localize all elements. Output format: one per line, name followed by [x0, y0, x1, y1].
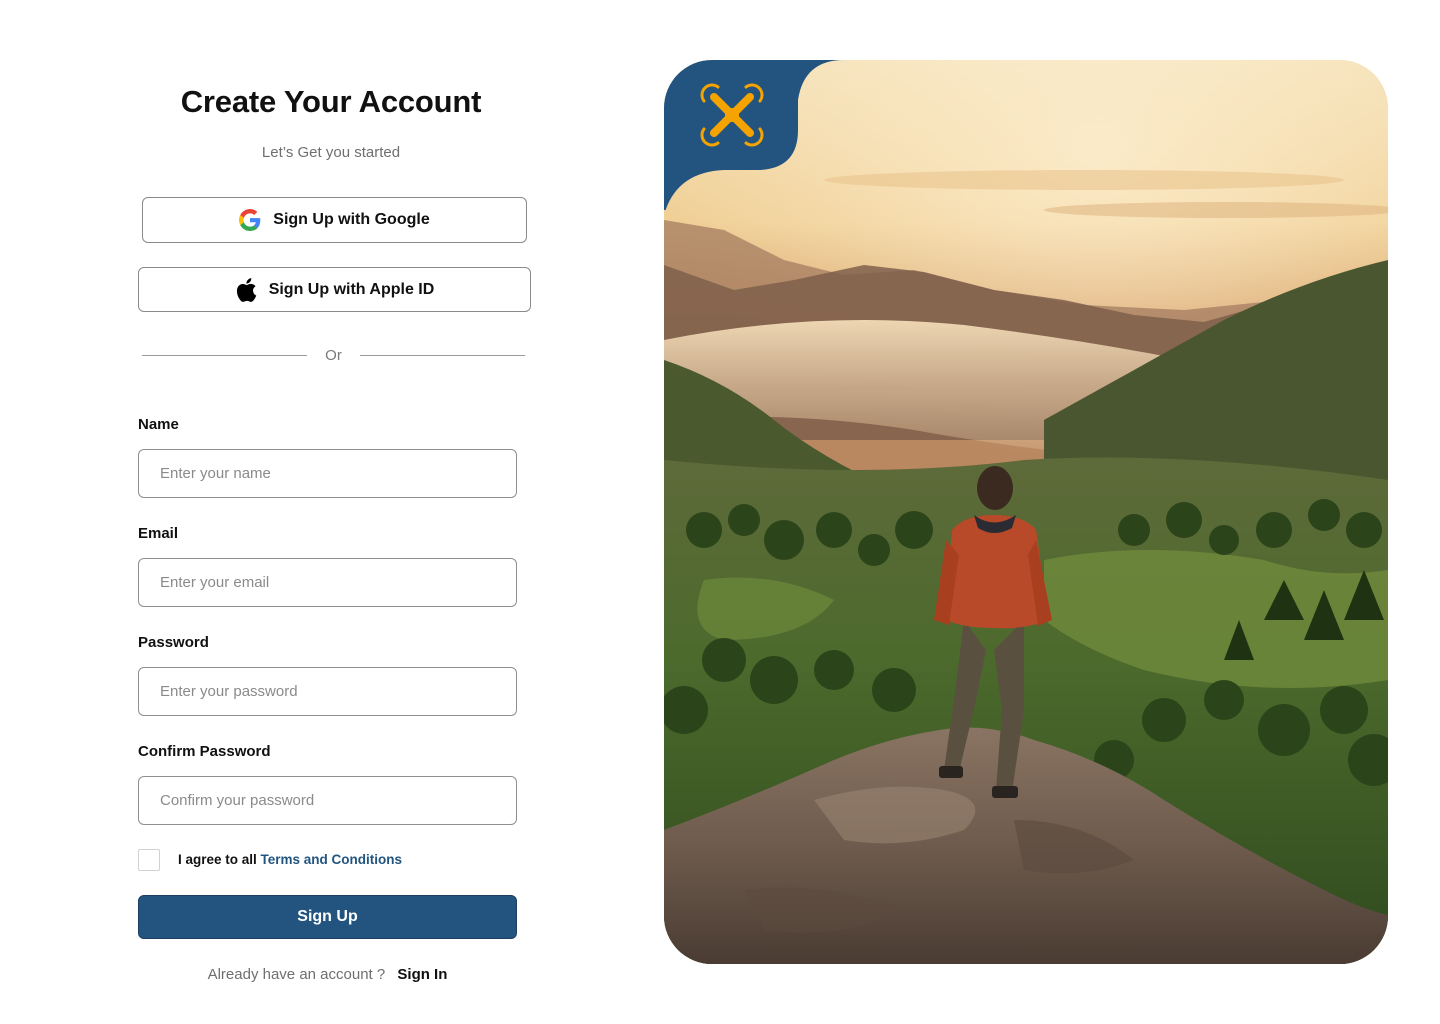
divider-line-left — [142, 355, 307, 356]
apple-signup-label: Sign Up with Apple ID — [268, 280, 435, 298]
terms-link[interactable]: Terms and Conditions — [261, 852, 403, 867]
email-input[interactable] — [138, 558, 517, 607]
password-input[interactable] — [138, 667, 517, 716]
terms-agreement: I agree to all Terms and Conditions — [178, 852, 402, 867]
terms-prefix: I agree to all — [178, 852, 261, 867]
google-signup-button[interactable]: Sign Up with Google — [142, 197, 527, 243]
divider-line-right — [360, 355, 525, 356]
divider-text: Or — [325, 347, 342, 364]
page-subtitle: Let’s Get you started — [261, 144, 401, 161]
confirm-password-input[interactable] — [138, 776, 517, 825]
confirm-password-label: Confirm Password — [138, 743, 271, 760]
page-title: Create Your Account — [180, 84, 482, 119]
terms-checkbox[interactable] — [138, 849, 160, 871]
signin-prompt-text: Already have an account ? — [207, 966, 386, 983]
email-label: Email — [138, 525, 179, 542]
signup-button[interactable]: Sign Up — [138, 895, 517, 939]
name-label: Name — [138, 416, 179, 433]
signin-link[interactable]: Sign In — [397, 966, 447, 983]
hero-image — [664, 60, 1388, 964]
google-signup-label: Sign Up with Google — [273, 211, 430, 228]
logo-badge — [664, 60, 844, 215]
name-input[interactable] — [138, 449, 517, 498]
apple-icon — [235, 277, 257, 303]
password-label: Password — [138, 634, 209, 651]
signin-prompt: Already have an account ? Sign In — [138, 966, 517, 983]
google-icon — [239, 209, 261, 231]
apple-signup-button[interactable]: Sign Up with Apple ID — [138, 267, 531, 312]
